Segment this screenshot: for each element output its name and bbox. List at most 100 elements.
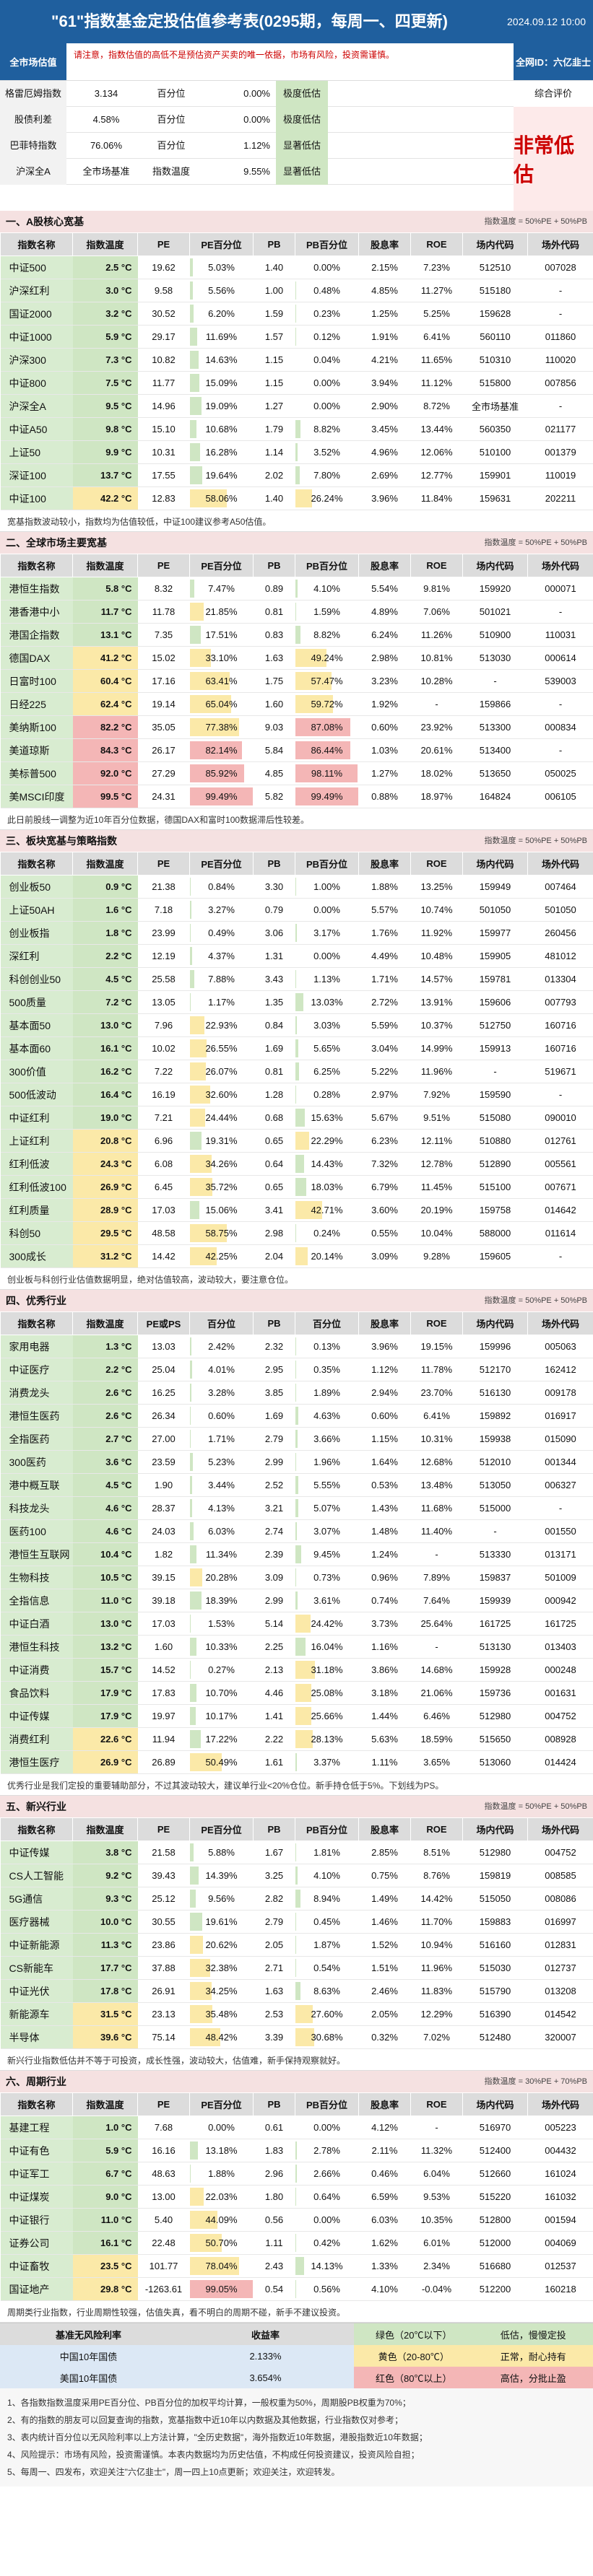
cell-value: 588000 [462,1221,528,1245]
cell-value: 7.02% [410,2025,463,2049]
column-header: 股息率 [358,554,411,577]
cell-value: 5.54% [358,577,411,601]
column-header: ROE [410,1311,463,1335]
column-header: PE [137,1817,190,1841]
valuation-table: 指数名称 指数温度 PE或PS 百分位 PB 百分位 股息率 ROE 场内代码 场外代码 家用电器 1… [0,1311,593,1774]
cell-value: 35.05 [137,715,190,739]
index-temperature: 62.4 °C [72,692,138,716]
cell-value: 17.55 [137,463,190,487]
intro-label: 全市场估值 [0,43,66,80]
pe-percentile: 65.04% [189,692,254,716]
percentile-value: 0.00% [313,377,340,388]
cell-value: 13.03 [137,1335,190,1358]
cell-value: 7.06% [410,600,463,624]
cell-value: 1.27% [358,761,411,785]
section-legend: 指数温度 = 50%PE + 50%PB [484,538,587,547]
percentile-bar [295,1430,298,1448]
cell-value: 11.45% [410,1175,463,1199]
rate-name: 美国10年国债 [59,2372,118,2384]
percentile-value: 18.03% [311,1182,343,1192]
market-indicator-name: 格雷厄姆指数 [0,80,66,107]
percentile-bar [295,993,303,1011]
section-title: 一、A股核心宽基 指数温度 = 50%PE + 50%PB [0,211,593,232]
cell-value: 1.69 [253,1036,295,1060]
percentile-value: 42.71% [311,1205,343,1215]
percentile-value: 0.00% [313,262,340,273]
percentile-value: 7.80% [313,470,340,481]
percentile-bar [295,1155,305,1173]
percentile-bar [295,1982,301,2000]
pe-percentile: 7.47% [189,577,254,601]
index-temperature: 19.0 °C [72,1106,138,1130]
pb-percentile: 7.80% [295,463,359,487]
percentile-bar [189,626,201,644]
column-header: 指数温度 [72,1817,138,1841]
percentile-value: 3.52% [313,447,340,458]
percentile-value: 5.03% [208,262,235,273]
cell-value: 510900 [462,623,528,647]
percentile-value: 14.13% [311,2261,343,2271]
percentile-value: 85.92% [205,768,238,779]
column-header: 场外代码 [527,1311,593,1335]
index-temperature: 29.5 °C [72,1221,138,1245]
cell-value: 159901 [462,463,528,487]
percentile-bar [295,1407,298,1425]
index-temperature: 9.9 °C [72,440,138,464]
pb-percentile: 30.68% [295,2025,359,2049]
valuation-table: 指数名称 指数温度 PE PE百分位 PB PB百分位 股息率 ROE 场内代码 场外代码 港恒生指… [0,554,593,808]
column-header: PE [137,554,190,577]
table-row: 美MSCI印度 99.5 °C 24.31 99.49% 5.82 99.49% 0.88%… [0,785,593,808]
index-name: 沪深红利 [0,279,73,302]
percentile-value: 11.69% [205,331,238,342]
index-name: 中证A50 [0,417,73,441]
cell-value: 001344 [527,1450,593,1474]
section-note: 周期类行业指数，行业周期性较强，估值失真，看不明白的周期不碰，新手不建议投资。 [0,2301,593,2323]
cell-value: 75.14 [137,2025,190,2049]
cell-value: 516160 [462,1933,528,1957]
cell-value: 159866 [462,692,528,716]
percentile-value: 13.03% [311,997,343,1008]
pe-percentile: 5.23% [189,1450,254,1474]
pb-percentile: 5.65% [295,1036,359,1060]
cell-value: 18.59% [410,1727,463,1751]
cell-value: 515030 [462,1956,528,1980]
table-row: 中证红利 19.0 °C 7.21 24.44% 0.68 15.63% 5.67% 9.51… [0,1106,593,1130]
cell-value: 1.76% [358,921,411,945]
percentile-bar [295,466,300,484]
cell-value: 516680 [462,2254,528,2278]
pb-percentile: 4.10% [295,577,359,601]
cell-value: 21.06% [410,1681,463,1705]
percentile-bar [189,947,193,965]
cell-value: 6.23% [358,1129,411,1153]
table-row: 300价值 16.2 °C 7.22 26.07% 0.81 6.25% 5.22% 11.9… [0,1060,593,1083]
cell-value: 512010 [462,1450,528,1474]
pb-percentile: 28.13% [295,1727,359,1751]
percentile-value: 8.63% [313,1986,340,1996]
pe-percentile: 21.85% [189,600,254,624]
overall-label: 综合评价 [534,88,572,99]
column-header: 股息率 [358,852,411,876]
cell-value: 21.58 [137,1841,190,1864]
section-note: 优秀行业是我们定投的重要辅助部分，不过其波动较大，建议单行业<20%仓位。新手持… [0,1774,593,1796]
percentile-bar [295,1016,298,1034]
cell-value: 1.63 [253,1979,295,2003]
cell-value: 24.31 [137,785,190,808]
percentile-value: 1.87% [313,1939,340,1950]
cell-value: 0.96% [358,1566,411,1589]
percentile-value: 0.60% [208,1410,235,1421]
cell-value: 008086 [527,1887,593,1911]
cell-value: 1.15 [253,371,295,395]
pe-percentile: 18.39% [189,1589,254,1612]
percentile-bar [295,970,296,988]
percentile-value: 6.25% [313,1066,340,1077]
table-row: 中证有色 5.9 °C 16.16 13.18% 1.83 2.78% 2.11% 11.32… [0,2139,593,2162]
cell-value: 4.85% [358,279,411,302]
cell-value: 5.25% [410,302,463,326]
index-name: 港恒生医疗 [0,1750,73,1774]
pe-percentile: 99.49% [189,785,254,808]
percentile-bar [189,1615,191,1633]
cell-value: 7.21 [137,1106,190,1130]
pb-percentile: 5.55% [295,1473,359,1497]
cell-value: 001379 [527,440,593,464]
cell-value: 515790 [462,1979,528,2003]
